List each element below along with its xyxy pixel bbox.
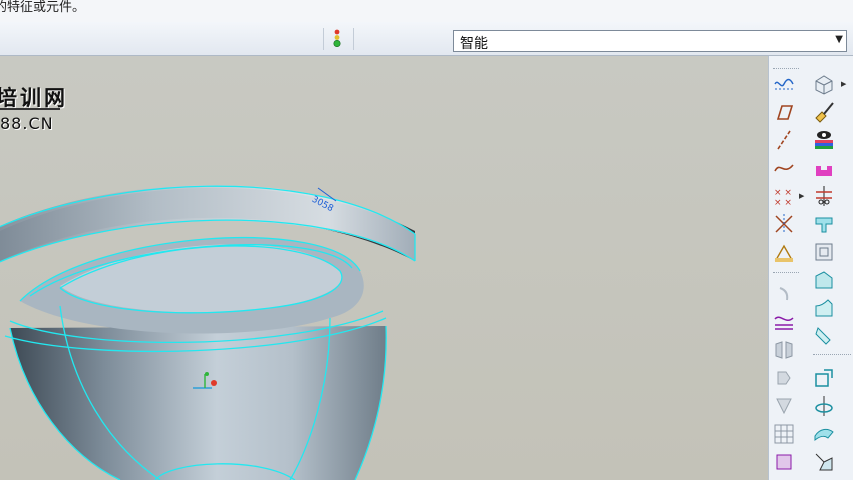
- intersect-icon[interactable]: [812, 394, 836, 418]
- watermark-url: 88.CN: [0, 114, 54, 133]
- status-separator: [323, 28, 324, 50]
- analysis-icon[interactable]: [772, 240, 796, 264]
- message-text: 的特征或元件。: [0, 0, 86, 15]
- datum-axis-icon[interactable]: [772, 128, 796, 152]
- round-icon[interactable]: [812, 268, 836, 292]
- extrude-icon[interactable]: [812, 156, 836, 180]
- mirror-icon[interactable]: [772, 338, 796, 362]
- warp-icon[interactable]: [812, 422, 836, 446]
- sketch-icon[interactable]: [772, 310, 796, 334]
- shell-icon[interactable]: [812, 212, 836, 236]
- paint-icon[interactable]: [812, 100, 836, 124]
- revolve-icon[interactable]: [812, 184, 836, 208]
- svg-text:× ×: × ×: [774, 188, 792, 198]
- toolbar-separator: [813, 354, 851, 356]
- rib-icon[interactable]: [812, 324, 836, 348]
- merge-icon[interactable]: [772, 366, 796, 390]
- traffic-light-icon[interactable]: [331, 29, 343, 49]
- chamfer-icon[interactable]: [812, 296, 836, 320]
- bowl-model[interactable]: 3058: [0, 56, 768, 480]
- flyout-arrow-icon[interactable]: ▶: [841, 80, 846, 88]
- model-viewport[interactable]: 3058 培训网 88.CN: [0, 56, 768, 480]
- bowl-body: [10, 326, 387, 480]
- datum-plane-display-icon[interactable]: [772, 72, 796, 96]
- status-separator: [353, 28, 354, 50]
- message-bar: 的特征或元件。: [0, 0, 853, 23]
- pattern-icon[interactable]: [772, 422, 796, 446]
- bowl-bottom-face: [60, 244, 342, 313]
- fill-icon[interactable]: [772, 450, 796, 474]
- offset-icon[interactable]: [812, 366, 836, 390]
- selection-filter-dropdown[interactable]: 智能 ▼: [453, 30, 847, 52]
- chevron-down-icon[interactable]: ▼: [835, 34, 843, 45]
- sketch-plane-icon[interactable]: [772, 100, 796, 124]
- datum-points-icon[interactable]: × × × ×: [772, 184, 796, 208]
- toolbar-separator: [773, 272, 799, 274]
- project-icon[interactable]: [812, 450, 836, 474]
- flyout-arrow-icon[interactable]: ▶: [799, 192, 804, 200]
- watermark-underline: [0, 108, 60, 110]
- view-orient-icon[interactable]: [812, 72, 836, 96]
- selection-filter-value: 智能: [460, 36, 488, 52]
- appearance-icon[interactable]: [812, 128, 836, 152]
- toolbar-separator: [773, 68, 799, 70]
- svg-text:× ×: × ×: [774, 198, 792, 208]
- trim-icon[interactable]: [772, 394, 796, 418]
- datum-curve-icon[interactable]: [772, 156, 796, 180]
- coordinate-system-icon[interactable]: [772, 212, 796, 236]
- draft-icon[interactable]: [812, 240, 836, 264]
- right-toolbar: × × × × ▶ ▶: [768, 56, 853, 480]
- hole-icon[interactable]: [772, 282, 796, 306]
